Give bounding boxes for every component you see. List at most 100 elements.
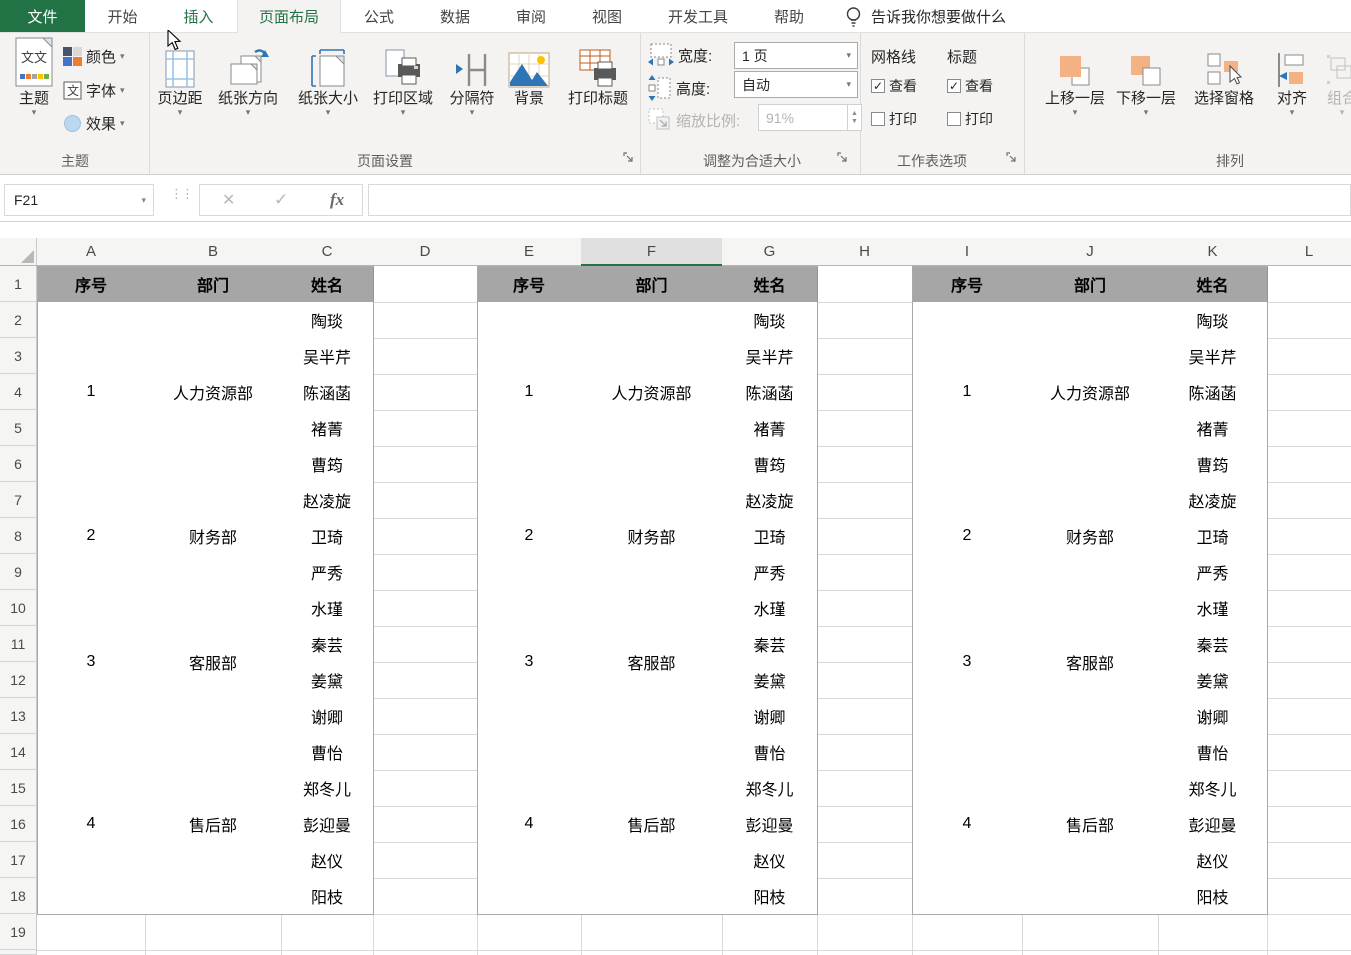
department-cell[interactable]: 财务部 xyxy=(145,482,282,591)
column-header-J[interactable]: J xyxy=(1022,238,1159,266)
name-cell[interactable]: 吴半芹 xyxy=(1158,338,1268,375)
name-cell[interactable]: 谢卿 xyxy=(281,698,374,735)
department-cell[interactable]: 售后部 xyxy=(145,734,282,915)
name-cell[interactable]: 严秀 xyxy=(722,554,818,591)
name-cell[interactable]: 彭迎曼 xyxy=(722,806,818,843)
column-header-L[interactable]: L xyxy=(1267,238,1351,266)
tab-insert[interactable]: 插入 xyxy=(160,0,237,32)
margins-button[interactable]: 页边距 ▾ xyxy=(152,38,208,146)
name-cell[interactable]: 赵凌旋 xyxy=(281,482,374,519)
group-button[interactable]: 组合 ▾ xyxy=(1322,38,1351,146)
name-cell[interactable]: 阳枝 xyxy=(1158,878,1268,915)
row-header-6[interactable]: 6 xyxy=(0,446,37,482)
column-header-H[interactable]: H xyxy=(817,238,913,266)
name-cell[interactable]: 秦芸 xyxy=(281,626,374,663)
department-cell[interactable]: 人力资源部 xyxy=(581,302,723,483)
fit-width-dropdown[interactable]: 1 页 ▾ xyxy=(734,42,858,69)
tab-page-layout[interactable]: 页面布局 xyxy=(237,0,341,33)
row-header-3[interactable]: 3 xyxy=(0,338,37,374)
tab-developer[interactable]: 开发工具 xyxy=(645,0,751,32)
name-cell[interactable]: 严秀 xyxy=(281,554,374,591)
name-cell[interactable]: 赵凌旋 xyxy=(722,482,818,519)
serial-cell[interactable]: 1 xyxy=(912,302,1023,483)
page-setup-dialog-launcher[interactable] xyxy=(623,152,635,164)
print-area-button[interactable]: 打印区域 ▾ xyxy=(366,38,440,146)
column-header-I[interactable]: I xyxy=(912,238,1023,266)
row-header-7[interactable]: 7 xyxy=(0,482,37,518)
serial-cell[interactable]: 2 xyxy=(912,482,1023,591)
department-cell[interactable]: 财务部 xyxy=(581,482,723,591)
print-titles-button[interactable]: 打印标题 xyxy=(555,38,641,146)
name-cell[interactable]: 姜黛 xyxy=(722,662,818,699)
bring-forward-button[interactable]: 上移一层 ▾ xyxy=(1035,38,1115,146)
name-cell[interactable]: 水瑾 xyxy=(722,590,818,627)
checkbox-unchecked-icon[interactable] xyxy=(871,112,885,126)
row-header-11[interactable]: 11 xyxy=(0,626,37,662)
row-header-1[interactable]: 1 xyxy=(0,266,37,302)
name-cell[interactable]: 秦芸 xyxy=(722,626,818,663)
serial-cell[interactable]: 4 xyxy=(912,734,1023,915)
name-cell[interactable]: 吴半芹 xyxy=(281,338,374,375)
column-header-C[interactable]: C xyxy=(281,238,374,266)
department-cell[interactable]: 财务部 xyxy=(1022,482,1159,591)
name-cell[interactable]: 赵仪 xyxy=(1158,842,1268,879)
serial-cell[interactable]: 1 xyxy=(477,302,582,483)
tab-view[interactable]: 视图 xyxy=(569,0,645,32)
table-header-cell[interactable]: 序号 xyxy=(477,266,582,303)
name-cell[interactable]: 郑冬儿 xyxy=(722,770,818,807)
serial-cell[interactable]: 3 xyxy=(912,590,1023,735)
table-header-cell[interactable]: 序号 xyxy=(912,266,1023,303)
name-cell[interactable]: 卫琦 xyxy=(722,518,818,555)
name-cell[interactable]: 阳枝 xyxy=(722,878,818,915)
name-cell[interactable]: 褚菁 xyxy=(722,410,818,447)
name-cell[interactable]: 赵仪 xyxy=(281,842,374,879)
name-cell[interactable]: 赵仪 xyxy=(722,842,818,879)
formula-input[interactable] xyxy=(368,184,1351,216)
selection-pane-button[interactable]: 选择窗格 xyxy=(1182,38,1266,146)
formula-bar-handle[interactable]: ⋮⋮ xyxy=(170,186,192,202)
theme-fonts-button[interactable]: 文 字体 ▾ xyxy=(63,80,125,101)
name-cell[interactable]: 谢卿 xyxy=(722,698,818,735)
column-header-F[interactable]: F xyxy=(581,238,723,266)
theme-effects-button[interactable]: 效果 ▾ xyxy=(63,113,125,134)
name-cell[interactable]: 赵凌旋 xyxy=(1158,482,1268,519)
name-cell[interactable]: 彭迎曼 xyxy=(281,806,374,843)
scale-spinner[interactable]: ▲▼ xyxy=(848,104,862,131)
insert-function-button[interactable]: fx xyxy=(330,185,344,215)
theme-colors-button[interactable]: 颜色 ▾ xyxy=(63,46,125,67)
scale-value-box[interactable]: 91% xyxy=(758,104,848,131)
department-cell[interactable]: 客服部 xyxy=(145,590,282,735)
name-cell[interactable]: 阳枝 xyxy=(281,878,374,915)
name-cell[interactable]: 郑冬儿 xyxy=(1158,770,1268,807)
background-button[interactable]: 背景 xyxy=(504,38,554,146)
table-header-cell[interactable]: 姓名 xyxy=(1158,266,1268,303)
themes-button[interactable]: 文文 主题 ▾ xyxy=(8,38,60,146)
name-cell[interactable]: 曹筠 xyxy=(281,446,374,483)
row-header-2[interactable]: 2 xyxy=(0,302,37,338)
orientation-button[interactable]: 纸张方向 ▾ xyxy=(209,38,287,146)
row-header-4[interactable]: 4 xyxy=(0,374,37,410)
row-header-8[interactable]: 8 xyxy=(0,518,37,554)
sheet-options-dialog-launcher[interactable] xyxy=(1006,152,1018,164)
name-cell[interactable]: 陶琰 xyxy=(281,302,374,339)
tab-home[interactable]: 开始 xyxy=(85,0,160,32)
department-cell[interactable]: 客服部 xyxy=(1022,590,1159,735)
name-cell[interactable]: 姜黛 xyxy=(281,662,374,699)
name-cell[interactable]: 曹筠 xyxy=(1158,446,1268,483)
name-cell[interactable]: 陶琰 xyxy=(1158,302,1268,339)
name-cell[interactable]: 水瑾 xyxy=(1158,590,1268,627)
column-header-D[interactable]: D xyxy=(373,238,478,266)
table-header-cell[interactable]: 部门 xyxy=(1022,266,1159,303)
name-cell[interactable]: 严秀 xyxy=(1158,554,1268,591)
tab-file[interactable]: 文件 xyxy=(0,0,85,32)
serial-cell[interactable]: 3 xyxy=(37,590,146,735)
tab-formulas[interactable]: 公式 xyxy=(341,0,417,32)
name-cell[interactable]: 吴半芹 xyxy=(722,338,818,375)
name-cell[interactable]: 曹怡 xyxy=(722,734,818,771)
name-cell[interactable]: 姜黛 xyxy=(1158,662,1268,699)
tab-data[interactable]: 数据 xyxy=(417,0,493,32)
enter-button[interactable]: ✓ xyxy=(274,185,288,215)
select-all-corner[interactable] xyxy=(0,238,37,266)
name-cell[interactable]: 陈涵菡 xyxy=(722,374,818,411)
cancel-button[interactable]: ✕ xyxy=(222,185,235,215)
